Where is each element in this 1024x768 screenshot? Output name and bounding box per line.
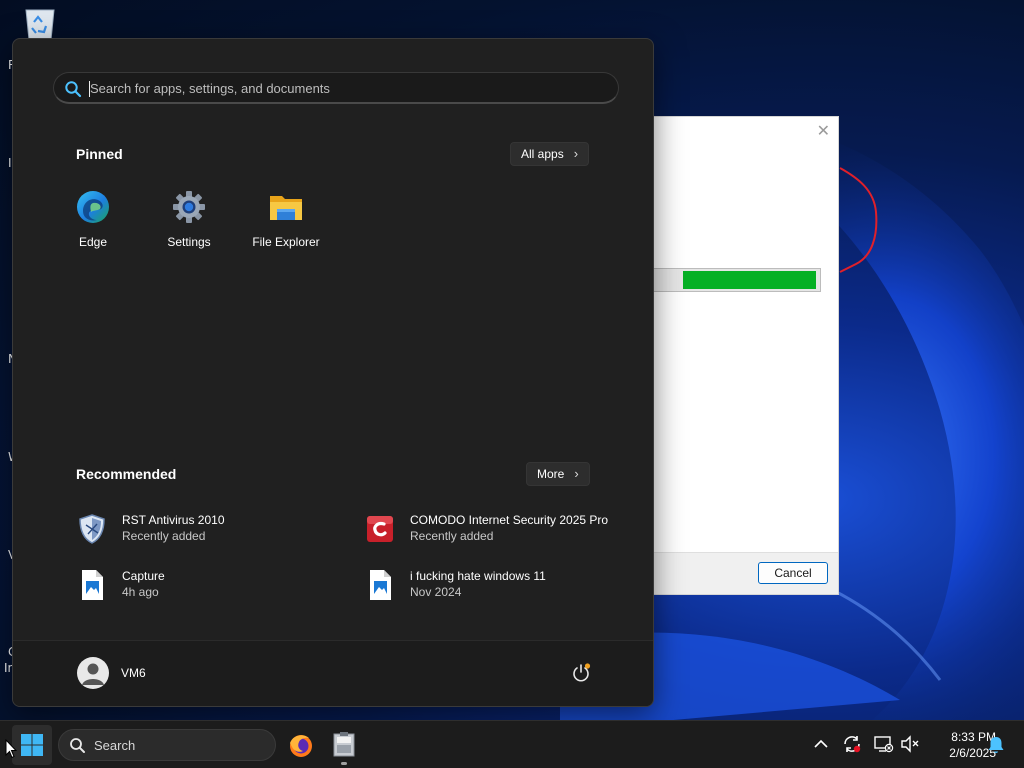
- recommended-item-title: COMODO Internet Security 2025 Pro: [410, 513, 609, 527]
- start-search-input[interactable]: [90, 77, 590, 99]
- recommended-item-title: Capture: [122, 569, 165, 583]
- recommended-item[interactable]: i fucking hate windows 11 Nov 2024: [365, 567, 625, 607]
- image-file-icon: [370, 570, 391, 600]
- search-icon: [70, 738, 85, 753]
- start-menu: Pinned All apps › Edge: [12, 38, 654, 707]
- start-user-bar: VM6: [13, 640, 653, 706]
- taskbar: Search 8:33 PM 2/6/2025: [0, 720, 1024, 768]
- recommended-item-title: i fucking hate windows 11: [410, 569, 546, 583]
- recommended-item-title: RST Antivirus 2010: [122, 513, 225, 527]
- chevron-right-icon: ›: [574, 466, 579, 481]
- app-label: Edge: [78, 235, 108, 249]
- recycle-bin-icon[interactable]: [20, 6, 60, 42]
- recommended-item[interactable]: RST Antivirus 2010 Recently added: [77, 511, 337, 551]
- taskbar-search-label: Search: [94, 738, 136, 753]
- shield-icon: [79, 514, 105, 544]
- network-disconnected-icon[interactable]: [872, 733, 894, 755]
- all-apps-button[interactable]: All apps ›: [510, 142, 590, 166]
- progress-bar-fill: [683, 271, 816, 289]
- pinned-app-settings[interactable]: Settings: [141, 189, 237, 249]
- taskbar-app-firefox[interactable]: [285, 729, 317, 761]
- dialog-footer: Cancel: [654, 552, 838, 594]
- search-icon: [65, 81, 82, 98]
- user-avatar-icon[interactable]: [77, 657, 109, 689]
- close-icon[interactable]: ✕: [817, 121, 830, 140]
- settings-gear-icon: [173, 191, 205, 223]
- sync-alert-icon[interactable]: [841, 733, 863, 755]
- recommended-heading: Recommended: [76, 466, 177, 482]
- taskbar-search[interactable]: Search: [58, 729, 276, 761]
- red-annotation-scribble: [839, 167, 878, 273]
- recommended-item-subtitle: 4h ago: [122, 585, 159, 599]
- recommended-item-subtitle: Recently added: [122, 529, 206, 543]
- start-button[interactable]: [12, 725, 52, 765]
- desktop-icon-label[interactable]: I: [8, 156, 12, 170]
- image-file-icon: [82, 570, 103, 600]
- clock-date: 2/6/2025: [949, 746, 996, 760]
- running-indicator: [341, 762, 347, 765]
- pinned-app-file-explorer[interactable]: File Explorer: [238, 189, 334, 249]
- installer-icon: [333, 732, 355, 757]
- recommended-item[interactable]: Capture 4h ago: [77, 567, 337, 607]
- file-explorer-folder-icon: [270, 196, 302, 220]
- pinned-app-edge[interactable]: Edge: [45, 189, 141, 249]
- start-search-box[interactable]: [53, 72, 619, 104]
- user-name[interactable]: VM6: [121, 666, 146, 680]
- volume-muted-icon[interactable]: [899, 733, 921, 755]
- clock[interactable]: 8:33 PM 2/6/2025: [920, 729, 996, 761]
- app-label: File Explorer: [252, 235, 320, 249]
- chevron-right-icon: ›: [573, 146, 579, 161]
- windows-logo-icon: [21, 734, 43, 756]
- more-button[interactable]: More ›: [526, 462, 590, 486]
- cancel-button[interactable]: Cancel: [758, 562, 828, 584]
- comodo-icon: [367, 516, 393, 542]
- power-icon[interactable]: [571, 663, 591, 683]
- progress-bar: [654, 268, 821, 292]
- recommended-item[interactable]: COMODO Internet Security 2025 Pro Recent…: [365, 511, 625, 551]
- recommended-item-subtitle: Recently added: [410, 529, 494, 543]
- all-apps-label: All apps: [521, 147, 564, 161]
- pinned-heading: Pinned: [76, 146, 123, 162]
- app-label: Settings: [167, 235, 211, 249]
- notification-bell-icon[interactable]: [986, 735, 1006, 755]
- firefox-icon: [290, 735, 312, 757]
- taskbar-app-installer[interactable]: [328, 729, 360, 765]
- more-label: More: [537, 467, 565, 481]
- recommended-item-subtitle: Nov 2024: [410, 585, 462, 599]
- mouse-cursor-icon: [5, 739, 17, 759]
- chevron-up-icon[interactable]: [810, 733, 832, 755]
- clock-time: 8:33 PM: [951, 730, 996, 744]
- edge-icon: [77, 191, 109, 223]
- installer-dialog: ✕ Cancel: [653, 116, 839, 595]
